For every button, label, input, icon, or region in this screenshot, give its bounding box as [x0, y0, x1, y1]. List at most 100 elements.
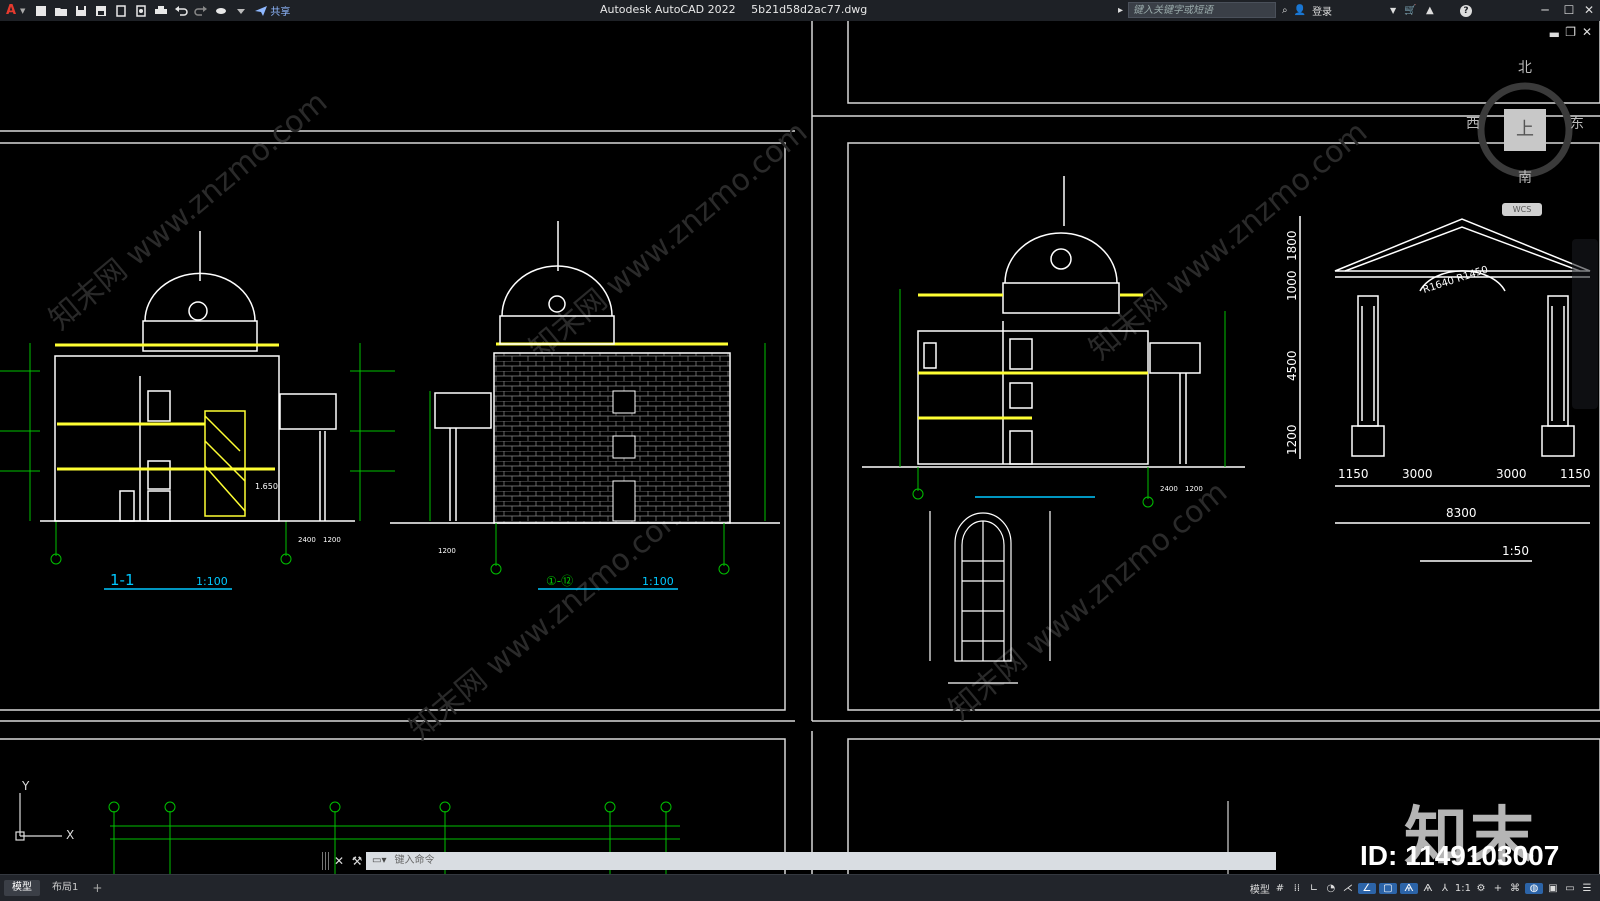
login-caret-icon[interactable]: ▼ — [1390, 0, 1396, 21]
viewport-restore-button[interactable]: ❐ — [1565, 25, 1576, 39]
gate-dim-1150-right: 1150 — [1560, 467, 1591, 481]
viewcube-west[interactable]: 西 — [1466, 113, 1480, 133]
viewcube-north[interactable]: 北 — [1518, 57, 1532, 77]
object-snap-tracking-icon[interactable]: ∠ — [1357, 882, 1376, 894]
units-icon[interactable]: ⌘ — [1508, 883, 1522, 894]
dim-label-1200-a: 1200 — [323, 536, 341, 544]
ucs-y-label: Y — [21, 779, 30, 793]
command-prompt-icon[interactable]: ▭▾ — [372, 852, 386, 870]
login-button[interactable]: 登录 — [1312, 3, 1332, 18]
help-icon[interactable]: ? — [1460, 0, 1472, 21]
search-icon[interactable]: ⌕ — [1282, 5, 1288, 16]
command-input[interactable]: ▭▾ 键入命令 — [366, 852, 1276, 870]
status-toggles: 模型 # ⁞⁞ ∟ ◔ ⋌ ∠ ▢ Ѧ Ѧ ⅄ 1:1 ⚙ + ⌘ ◍ ▣ ▭ … — [1250, 875, 1594, 901]
section-label: 1-1 — [110, 571, 135, 589]
isodraft-icon[interactable]: ⋌ — [1341, 883, 1355, 894]
annotation-scale-icon[interactable]: ⅄ — [1438, 883, 1452, 894]
svg-text:知末网 www.znzmo.com: 知末网 www.znzmo.com — [523, 115, 814, 367]
dim-label-1200-c: 1200 — [1185, 485, 1203, 493]
dim-label-2400-a: 2400 — [298, 536, 316, 544]
clean-screen-icon[interactable]: ▭ — [1563, 883, 1577, 894]
workspace-gear-icon[interactable]: ⚙ — [1474, 883, 1488, 894]
level-label-1650: 1.650 — [255, 482, 278, 491]
viewcube-east[interactable]: 东 — [1570, 113, 1584, 133]
gate-dim-total: 8300 — [1446, 506, 1477, 520]
redo-icon[interactable] — [194, 5, 208, 17]
gate-arch-label: R1640 R1450 — [1422, 264, 1490, 295]
object-snap-icon[interactable]: ▢ — [1378, 882, 1397, 894]
cart-icon[interactable]: 🛒 — [1404, 0, 1416, 21]
save-icon[interactable] — [74, 5, 88, 17]
hardware-acceleration-icon[interactable]: ▣ — [1546, 883, 1560, 894]
app-menu-caret-icon[interactable]: ▼ — [20, 7, 25, 15]
ortho-icon[interactable]: ∟ — [1307, 883, 1321, 894]
gate-dim-3000-left: 3000 — [1402, 467, 1433, 481]
command-line-settings-icon[interactable]: ⚒ — [348, 852, 366, 870]
close-button[interactable]: ✕ — [1580, 2, 1598, 18]
grid-icon[interactable]: # — [1273, 883, 1287, 894]
file-title: 5b21d58d2ac77.dwg — [751, 3, 868, 16]
customization-menu-icon[interactable]: ☰ — [1580, 883, 1594, 894]
annotation-monitor-icon[interactable]: + — [1491, 883, 1505, 894]
maximize-button[interactable]: ☐ — [1560, 2, 1578, 18]
print-icon[interactable] — [154, 5, 168, 17]
undo-icon[interactable] — [174, 5, 189, 17]
dim-label-1200-b: 1200 — [438, 547, 456, 555]
search-expand-icon[interactable]: ▸ — [1118, 0, 1123, 21]
save-as-icon[interactable] — [94, 5, 108, 17]
user-icon[interactable]: 👤 — [1294, 5, 1306, 16]
window-title: Autodesk AutoCAD 2022 5b21d58d2ac77.dwg — [600, 3, 879, 16]
command-line-close-icon[interactable]: ✕ — [330, 852, 348, 870]
drawing-svg: 知末网 www.znzmo.com 知末网 www.znzmo.com 知末网 … — [0, 21, 1600, 874]
ucs-x-label: X — [66, 828, 74, 842]
search-input[interactable]: 键入关键字或短语 — [1128, 2, 1276, 18]
autodesk-app-icon[interactable]: ▲ — [1426, 0, 1434, 21]
watermark-id: ID: 1149103007 — [1360, 840, 1560, 871]
dim-label-2400-b: 2400 — [1160, 485, 1178, 493]
gate-dim-1000: 1000 — [1285, 270, 1299, 301]
annotation-scale-value[interactable]: 1:1 — [1455, 883, 1471, 894]
quick-access-toolbar: A ▼ 共享 — [0, 0, 290, 21]
command-line-grip-icon[interactable] — [322, 852, 330, 870]
tab-model[interactable]: 模型 — [4, 880, 40, 896]
autocad-logo-icon[interactable]: A — [4, 3, 18, 18]
viewcube-top-face[interactable]: 上 — [1504, 109, 1546, 151]
isolate-objects-icon[interactable]: ◍ — [1525, 882, 1543, 894]
gate-elevation-drawing: R1640 R1450 — [1299, 216, 1591, 562]
open-folder-icon[interactable] — [54, 5, 68, 17]
svg-text:知末网 www.znzmo.com: 知末网 www.znzmo.com — [943, 475, 1234, 727]
elevation-scale: 1:100 — [642, 575, 674, 588]
command-line: ✕ ⚒ ▭▾ 键入命令 — [322, 852, 1276, 870]
new-file-icon[interactable] — [34, 5, 48, 17]
gate-dim-1200: 1200 — [1285, 424, 1299, 455]
paper-plane-icon — [255, 5, 268, 16]
account-area: ⌕ 👤 登录 — [1282, 0, 1332, 21]
gate-dim-1800: 1800 — [1285, 230, 1299, 261]
viewport-close-button[interactable]: ✕ — [1582, 25, 1592, 39]
model-space-button[interactable]: 模型 — [1250, 881, 1270, 896]
auto-scale-icon[interactable]: Ѧ — [1421, 883, 1435, 894]
status-bar: 模型 布局1 + 模型 # ⁞⁞ ∟ ◔ ⋌ ∠ ▢ Ѧ Ѧ ⅄ 1:1 ⚙ +… — [0, 874, 1600, 901]
add-layout-button[interactable]: + — [92, 881, 102, 895]
publish-icon[interactable] — [114, 4, 128, 17]
section-scale: 1:100 — [196, 575, 228, 588]
viewcube[interactable]: 北 南 西 东 上 WCS — [1466, 57, 1586, 227]
navigation-bar[interactable] — [1572, 239, 1598, 409]
minimize-button[interactable]: ─ — [1536, 2, 1554, 18]
wcs-menu[interactable]: WCS — [1502, 203, 1542, 216]
tab-layout1[interactable]: 布局1 — [44, 880, 86, 896]
workspace-icon[interactable] — [214, 5, 228, 17]
section-1-1-drawing: 1.650 2400 1200 1-1 1:100 — [0, 231, 395, 590]
viewport-minimize-button[interactable]: ▬ — [1549, 27, 1560, 41]
annotation-visibility-icon[interactable]: Ѧ — [1399, 882, 1418, 894]
share-button[interactable]: 共享 — [255, 3, 290, 18]
polar-icon[interactable]: ◔ — [1324, 883, 1338, 894]
viewcube-south[interactable]: 南 — [1518, 167, 1532, 187]
svg-text:知末网 www.znzmo.com: 知末网 www.znzmo.com — [43, 85, 334, 337]
snap-icon[interactable]: ⁞⁞ — [1290, 883, 1304, 894]
plot-preview-icon[interactable] — [134, 4, 148, 17]
command-placeholder: 键入命令 — [394, 855, 435, 866]
customize-caret-icon[interactable] — [234, 5, 248, 17]
svg-text:知末网 www.znzmo.com: 知末网 www.znzmo.com — [1083, 115, 1374, 367]
drawing-canvas[interactable]: 知末网 www.znzmo.com 知末网 www.znzmo.com 知末网 … — [0, 21, 1600, 874]
